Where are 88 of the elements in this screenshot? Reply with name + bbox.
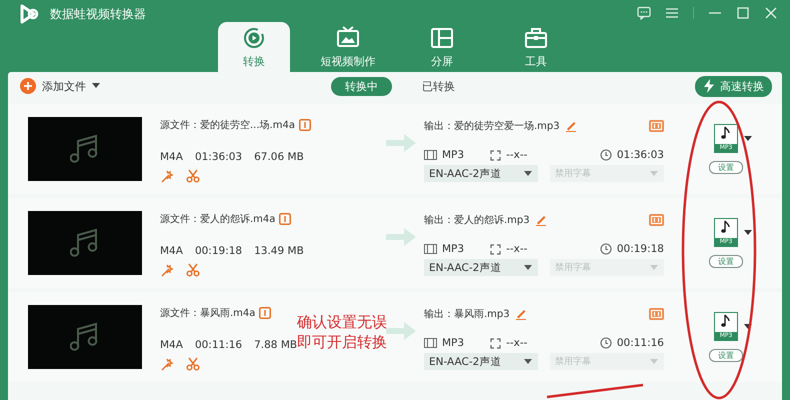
caret-icon [524,264,532,270]
source-file-name: 源文件：爱的徒劳空...场.m4a [160,118,295,132]
audio-track-dropdown[interactable]: EN-AAC-2声道 [424,353,538,370]
caret-icon [650,264,658,270]
file-format: M4A [160,151,183,163]
arrow-icon [386,228,416,246]
filter-tab[interactable]: 转换中 [331,77,392,96]
toolbox-icon [524,26,548,50]
source-file-name: 源文件：暴风雨.m4a [160,306,256,320]
file-size: 7.88 MB [254,339,298,351]
turbo-convert-button[interactable]: 高速转换 [695,76,772,96]
arrow-icon [386,134,416,152]
output-file-name: 输出：爱人的怨诉.mp3 [424,214,530,227]
info-icon[interactable] [259,307,272,319]
edit-icon[interactable] [534,214,547,226]
file-size: 67.06 MB [254,151,304,163]
caret-icon [650,170,658,176]
magic-wand-icon[interactable] [160,169,174,183]
output-duration: 00:19:18 [616,243,664,255]
file-format: M4A [160,245,183,257]
arrow-icon [386,322,416,340]
info-icon[interactable] [298,119,311,131]
clock-icon [600,243,612,255]
tab[interactable]: 工具 [500,22,572,72]
output-file-name: 输出：爱的徒劳空爱一场.mp3 [424,120,560,133]
file-duration: 00:19:18 [194,245,242,257]
file-size: 13.49 MB [254,245,304,257]
caret-icon [524,358,532,364]
settings-button[interactable]: 设置 [709,161,743,174]
audio-track-dropdown[interactable]: EN-AAC-2声道 [424,259,538,276]
resolution-icon [490,150,502,160]
close-icon[interactable] [764,6,778,20]
caret-icon[interactable] [744,136,752,142]
maximize-icon[interactable] [736,6,750,20]
settings-button[interactable]: 设置 [709,349,743,362]
annotation-text: 确认设置无误 即可开启转换 [297,312,387,352]
film-icon [424,244,437,254]
lightning-icon [703,79,715,93]
output-format: MP3 [442,337,464,349]
scissors-icon[interactable] [186,263,200,277]
film-icon [424,338,437,348]
split-screen-icon [430,26,454,50]
caret-icon[interactable] [744,230,752,236]
info-icon[interactable] [279,213,292,225]
caret-icon [524,170,532,176]
tab[interactable]: 转换 [218,22,290,72]
output-resolution: --x-- [506,243,528,255]
resolution-icon [490,244,502,254]
play-circle-icon [242,26,266,50]
output-format: MP3 [442,243,464,255]
caret-icon [92,83,100,89]
resolution-icon [490,338,502,348]
edit-icon[interactable] [564,120,577,132]
file-format: M4A [160,339,183,351]
edit-icon[interactable] [514,308,527,320]
output-duration: 00:11:16 [616,337,664,349]
filter-tab[interactable]: 已转换 [408,77,469,96]
settings-button[interactable]: 设置 [709,255,743,268]
add-file-button[interactable]: 添加文件 [20,78,100,94]
window-title: 数据蛙视频转换器 [50,6,146,22]
video-edit-icon[interactable] [649,120,664,132]
caret-icon [650,358,658,364]
clock-icon [600,149,612,161]
magic-wand-icon[interactable] [160,263,174,277]
file-duration: 01:36:03 [194,151,242,163]
tab[interactable]: 分屏 [406,22,478,72]
scissors-icon[interactable] [186,357,200,371]
output-resolution: --x-- [506,337,528,349]
clock-icon [600,337,612,349]
tv-icon [336,26,360,50]
output-resolution: --x-- [506,149,528,161]
plus-icon [20,78,36,94]
caret-icon[interactable] [744,324,752,330]
app-logo-icon [18,3,40,25]
tab[interactable]: 短视频制作 [312,22,384,72]
magic-wand-icon[interactable] [160,357,174,371]
output-format: MP3 [442,149,464,161]
feedback-icon[interactable] [637,6,651,20]
video-edit-icon[interactable] [649,214,664,226]
file-duration: 00:11:16 [194,339,242,351]
scissors-icon[interactable] [186,169,200,183]
menu-icon[interactable] [665,6,679,20]
output-file-name: 输出：暴风雨.mp3 [424,308,510,321]
source-file-name: 源文件：爱人的怨诉.m4a [160,212,276,226]
audio-track-dropdown[interactable]: EN-AAC-2声道 [424,165,538,182]
video-edit-icon[interactable] [649,308,664,320]
output-duration: 01:36:03 [616,149,664,161]
film-icon [424,150,437,160]
